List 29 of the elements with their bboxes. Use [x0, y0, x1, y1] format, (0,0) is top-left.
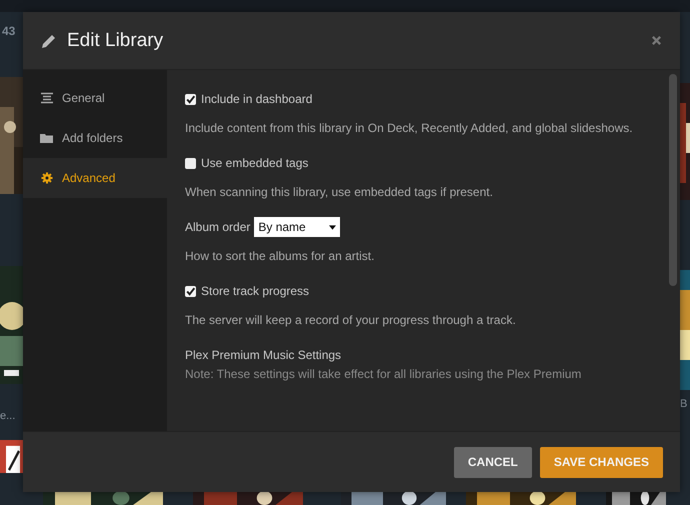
checkbox-label: Store track progress [201, 284, 310, 298]
dialog-title: Edit Library [67, 30, 164, 52]
checkbox[interactable] [185, 94, 196, 104]
caret-icon [329, 224, 336, 230]
album-caption: e... [0, 410, 16, 422]
section-heading: Plex Premium Music Settings [185, 348, 342, 362]
cancel-button[interactable]: CANCEL [454, 446, 532, 478]
checkbox-label: Use embedded tags [201, 156, 308, 170]
close-icon[interactable] [651, 35, 662, 46]
checkbox[interactable] [185, 158, 196, 168]
scrollbar-thumb[interactable] [669, 74, 677, 286]
setting-description: When scanning this library, use embedded tags if present. [185, 184, 494, 201]
list-icon [40, 92, 54, 104]
setting-label: Album order [185, 220, 250, 234]
folder-icon [40, 132, 54, 144]
setting-description: Note: These settings will take effect for all libraries using the Plex Premium [185, 366, 582, 383]
sidebar-item[interactable]: Advanced [23, 158, 167, 198]
setting-description: How to sort the albums for an artist. [185, 248, 376, 265]
album-caption: B [680, 398, 688, 410]
setting-description: The server will keep a record of your progress through a track. [185, 312, 517, 329]
setting-description: Include content from this library in On Deck, Recently Added, and global slideshows. [185, 120, 634, 137]
gear-icon [40, 172, 54, 184]
checkbox[interactable] [185, 286, 196, 296]
sidebar-item[interactable]: General [23, 78, 167, 118]
pencil-icon [41, 32, 57, 48]
item-count: 43 [2, 24, 16, 38]
checkbox-label: Include in dashboard [201, 92, 312, 106]
sidebar-item[interactable]: Add folders [23, 118, 167, 158]
album-order-dropdown[interactable]: By name [254, 217, 340, 237]
